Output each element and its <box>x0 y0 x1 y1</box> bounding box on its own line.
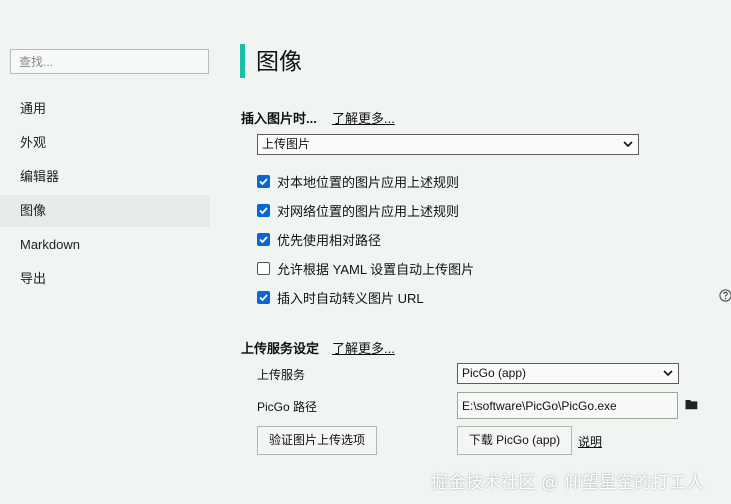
sidebar-item-general[interactable]: 通用 <box>0 93 210 125</box>
option-escape-url[interactable]: 插入时自动转义图片 URL <box>257 288 424 306</box>
picgo-path-label: PicGo 路径 <box>257 400 318 414</box>
option-label: 优先使用相对路径 <box>277 232 382 248</box>
option-label: 对网络位置的图片应用上述规则 <box>277 203 460 219</box>
option-yaml-upload[interactable]: 允许根据 YAML 设置自动上传图片 <box>257 259 474 277</box>
search-input[interactable] <box>10 49 209 74</box>
checkbox-checked[interactable] <box>257 203 270 217</box>
option-label: 对本地位置的图片应用上述规则 <box>277 174 460 190</box>
chevron-down-icon <box>663 370 673 377</box>
upload-section-title: 上传服务设定 <box>241 341 320 356</box>
title-accent-bar <box>240 44 245 78</box>
upload-learn-more-link[interactable]: 了解更多... <box>332 338 395 357</box>
check-icon <box>259 177 268 185</box>
explain-link[interactable]: 说明 <box>578 433 602 450</box>
sidebar-item-image[interactable]: 图像 <box>0 195 210 227</box>
sidebar-item-appearance[interactable]: 外观 <box>0 127 210 159</box>
sidebar: 通用 外观 编辑器 图像 Markdown 导出 <box>0 0 210 504</box>
checkbox-checked[interactable] <box>257 174 270 188</box>
upload-service-value: PicGo (app) <box>462 366 527 380</box>
option-local-images[interactable]: 对本地位置的图片应用上述规则 <box>257 172 459 190</box>
option-label: 允许根据 YAML 设置自动上传图片 <box>277 261 475 277</box>
checkbox-checked[interactable] <box>257 232 270 246</box>
option-network-images[interactable]: 对网络位置的图片应用上述规则 <box>257 201 459 219</box>
insert-section-title: 插入图片时... <box>241 111 317 126</box>
checkbox-unchecked[interactable] <box>257 261 270 275</box>
folder-icon[interactable] <box>685 399 698 410</box>
option-label: 插入时自动转义图片 URL <box>277 290 424 306</box>
check-icon <box>259 206 268 214</box>
insert-learn-more-link[interactable]: 了解更多... <box>332 108 395 127</box>
sidebar-item-markdown[interactable]: Markdown <box>0 229 210 261</box>
insert-action-select[interactable]: 上传图片 <box>257 134 639 155</box>
watermark: 掘金技术社区 @ 仰望星空的打工人 <box>431 473 705 492</box>
sidebar-item-editor[interactable]: 编辑器 <box>0 161 210 193</box>
download-picgo-button[interactable]: 下载 PicGo (app) <box>457 426 572 455</box>
check-icon <box>259 235 268 243</box>
picgo-path-input[interactable] <box>457 392 678 419</box>
sidebar-item-export[interactable]: 导出 <box>0 263 210 295</box>
page-title: 图像 <box>256 48 302 74</box>
option-relative-path[interactable]: 优先使用相对路径 <box>257 230 381 248</box>
insert-action-value: 上传图片 <box>262 137 311 151</box>
check-icon <box>259 293 268 301</box>
chevron-down-icon <box>623 141 633 148</box>
upload-service-select[interactable]: PicGo (app) <box>457 363 679 384</box>
verify-upload-button[interactable]: 验证图片上传选项 <box>257 426 377 455</box>
upload-service-label: 上传服务 <box>257 368 306 382</box>
checkbox-checked[interactable] <box>257 290 270 304</box>
question-circle-icon[interactable] <box>719 289 731 302</box>
